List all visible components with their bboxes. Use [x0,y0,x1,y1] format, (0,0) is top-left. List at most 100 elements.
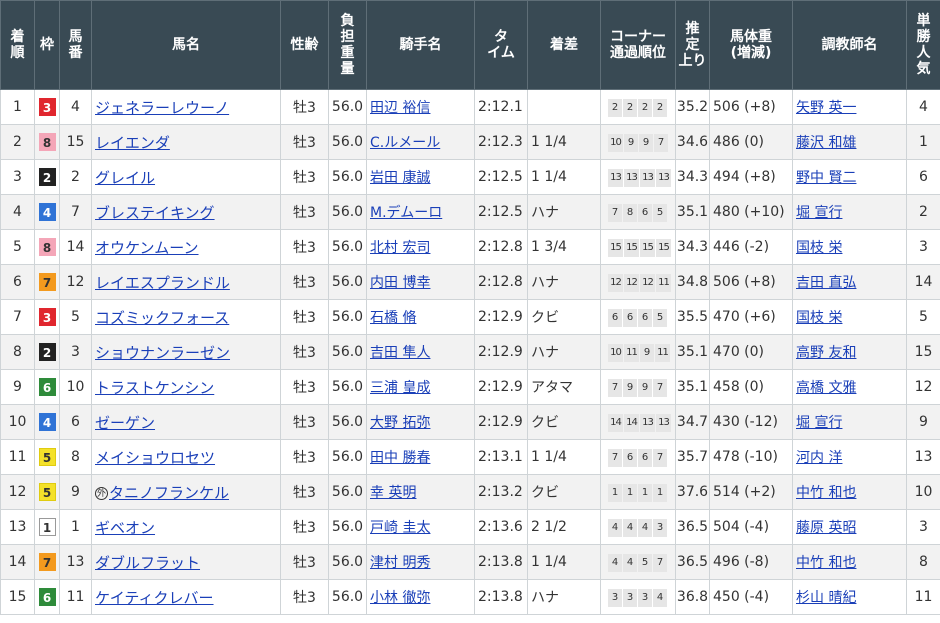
corner-box: 9 [638,378,652,397]
corner-boxes: 7997 [604,378,667,397]
body-weight: 470 (0) [709,334,793,370]
corner-box: 9 [624,133,638,152]
burden-weight: 56.0 [328,369,367,405]
burden-weight: 56.0 [328,89,367,125]
waku-cell: 8 [34,124,60,160]
horse-name-link[interactable]: オウケンムーン [95,239,199,257]
horse-number: 1 [59,509,92,545]
jockey-name-link[interactable]: 内田 博幸 [370,275,430,291]
horse-name-link[interactable]: レイエンダ [95,134,170,152]
sex-age: 牡3 [280,89,329,125]
header-line: 重 [340,45,355,61]
jockey-name-link[interactable]: 小林 徹弥 [370,590,430,606]
jockey-name-link[interactable]: 戸崎 圭太 [370,520,430,536]
jockey-name-link[interactable]: M.デムーロ [370,205,442,221]
trainer-name-link[interactable]: 矢野 英一 [796,100,856,116]
sex-age: 牡3 [280,159,329,195]
jockey-name-link[interactable]: 田中 勝春 [370,450,430,466]
jockey-name-link[interactable]: 津村 明秀 [370,555,430,571]
margin: ハナ [527,194,601,230]
jockey-name-link[interactable]: 幸 英明 [370,485,416,501]
horse-name-link[interactable]: タニノフランケル [109,484,229,502]
finish-time: 2:12.1 [474,89,528,125]
finish-time: 2:13.6 [474,509,528,545]
last-3f: 36.5 [675,509,710,545]
trainer-name-link[interactable]: 国枝 栄 [796,240,842,256]
horse-name-cell: ダブルフラット [91,544,281,580]
jockey-name-link[interactable]: 三浦 皇成 [370,380,430,396]
horse-name-cell: レイエンダ [91,124,281,160]
corner-box: 10 [608,343,623,362]
horse-name-link[interactable]: メイショウロセツ [95,449,215,467]
horse-name-link[interactable]: ジェネラーレウーノ [95,99,229,117]
trainer-name-link[interactable]: 堀 宣行 [796,205,842,221]
trainer-name-link[interactable]: 高橋 文雅 [796,380,856,396]
corner-box: 11 [624,343,639,362]
horse-number: 13 [59,544,92,580]
corner-box: 4 [653,588,667,607]
horse-name-link[interactable]: ゼーゲン [95,414,155,432]
margin: クビ [527,404,601,440]
waku-cell: 6 [34,579,60,615]
margin: 1 1/4 [527,124,601,160]
trainer-name-link[interactable]: 中竹 和也 [796,485,856,501]
corner-box: 2 [623,98,637,117]
jockey-name-cell: 石橋 脩 [366,299,475,335]
trainer-name-link[interactable]: 国枝 栄 [796,310,842,326]
trainer-name-link[interactable]: 吉田 直弘 [796,275,856,291]
margin: 1 1/4 [527,544,601,580]
horse-name-link[interactable]: グレイル [95,169,155,187]
waku-badge: 5 [38,448,56,466]
finish-time: 2:13.8 [474,579,528,615]
trainer-name-link[interactable]: 中竹 和也 [796,555,856,571]
horse-name-link[interactable]: ショウナンラーゼン [95,344,230,362]
corner-box: 5 [653,308,667,327]
corner-box: 2 [608,98,622,117]
trainer-name-link[interactable]: 野中 賢二 [796,170,856,186]
trainer-name-link[interactable]: 堀 宣行 [796,415,842,431]
corner-positions: 7997 [600,369,676,405]
header-time: タイム [474,0,528,90]
last-3f: 36.8 [675,579,710,615]
finish-time: 2:13.1 [474,439,528,475]
horse-name-link[interactable]: レイエスプランドル [95,274,230,292]
finish-position: 8 [0,334,35,370]
horse-name-link[interactable]: トラストケンシン [95,379,214,397]
horse-name-link[interactable]: ギベオン [95,519,155,537]
results-body: 1 3 4 ジェネラーレウーノ 牡3 56.0 田辺 裕信 2:12.1 2 2 2 2 35.2 506… [0,89,940,615]
trainer-name-cell: 堀 宣行 [792,194,907,230]
trainer-name-link[interactable]: 藤沢 和雄 [796,135,856,151]
trainer-name-link[interactable]: 河内 洋 [796,450,842,466]
header-futan: 負担重量 [328,0,367,90]
finish-position: 10 [0,404,35,440]
popularity: 12 [906,369,940,405]
horse-name-link[interactable]: ケイティクレバー [95,589,214,607]
corner-box: 3 [623,588,637,607]
finish-time: 2:13.8 [474,544,528,580]
jockey-name-link[interactable]: 北村 宏司 [370,240,430,256]
horse-name-link[interactable]: ブレステイキング [95,204,215,222]
jockey-name-link[interactable]: 岩田 康誠 [370,170,430,186]
burden-weight: 56.0 [328,509,367,545]
margin [527,89,601,125]
trainer-name-link[interactable]: 高野 友和 [796,345,856,361]
trainer-name-link[interactable]: 藤原 英昭 [796,520,856,536]
jockey-name-link[interactable]: 吉田 隼人 [370,345,430,361]
jockey-name-link[interactable]: 大野 拓弥 [370,415,430,431]
corner-positions: 13 13 13 13 [600,159,676,195]
jockey-name-link[interactable]: C.ルメール [370,135,440,151]
waku-badge: 1 [38,518,56,536]
last-3f: 35.7 [675,439,710,475]
trainer-name-link[interactable]: 杉山 晴紀 [796,590,856,606]
jockey-name-link[interactable]: 石橋 脩 [370,310,416,326]
corner-box: 7 [653,553,667,572]
last-3f: 34.8 [675,264,710,300]
horse-number: 12 [59,264,92,300]
jockey-name-link[interactable]: 田辺 裕信 [370,100,430,116]
waku-cell: 4 [34,404,60,440]
table-row: 3 2 2 グレイル 牡3 56.0 岩田 康誠 2:12.5 1 1/4 13 13 13 13 34.… [0,159,940,195]
corner-box: 6 [608,308,622,327]
corner-boxes: 3334 [604,588,667,607]
horse-name-link[interactable]: ダブルフラット [95,554,200,572]
horse-name-link[interactable]: コズミックフォース [95,309,229,327]
